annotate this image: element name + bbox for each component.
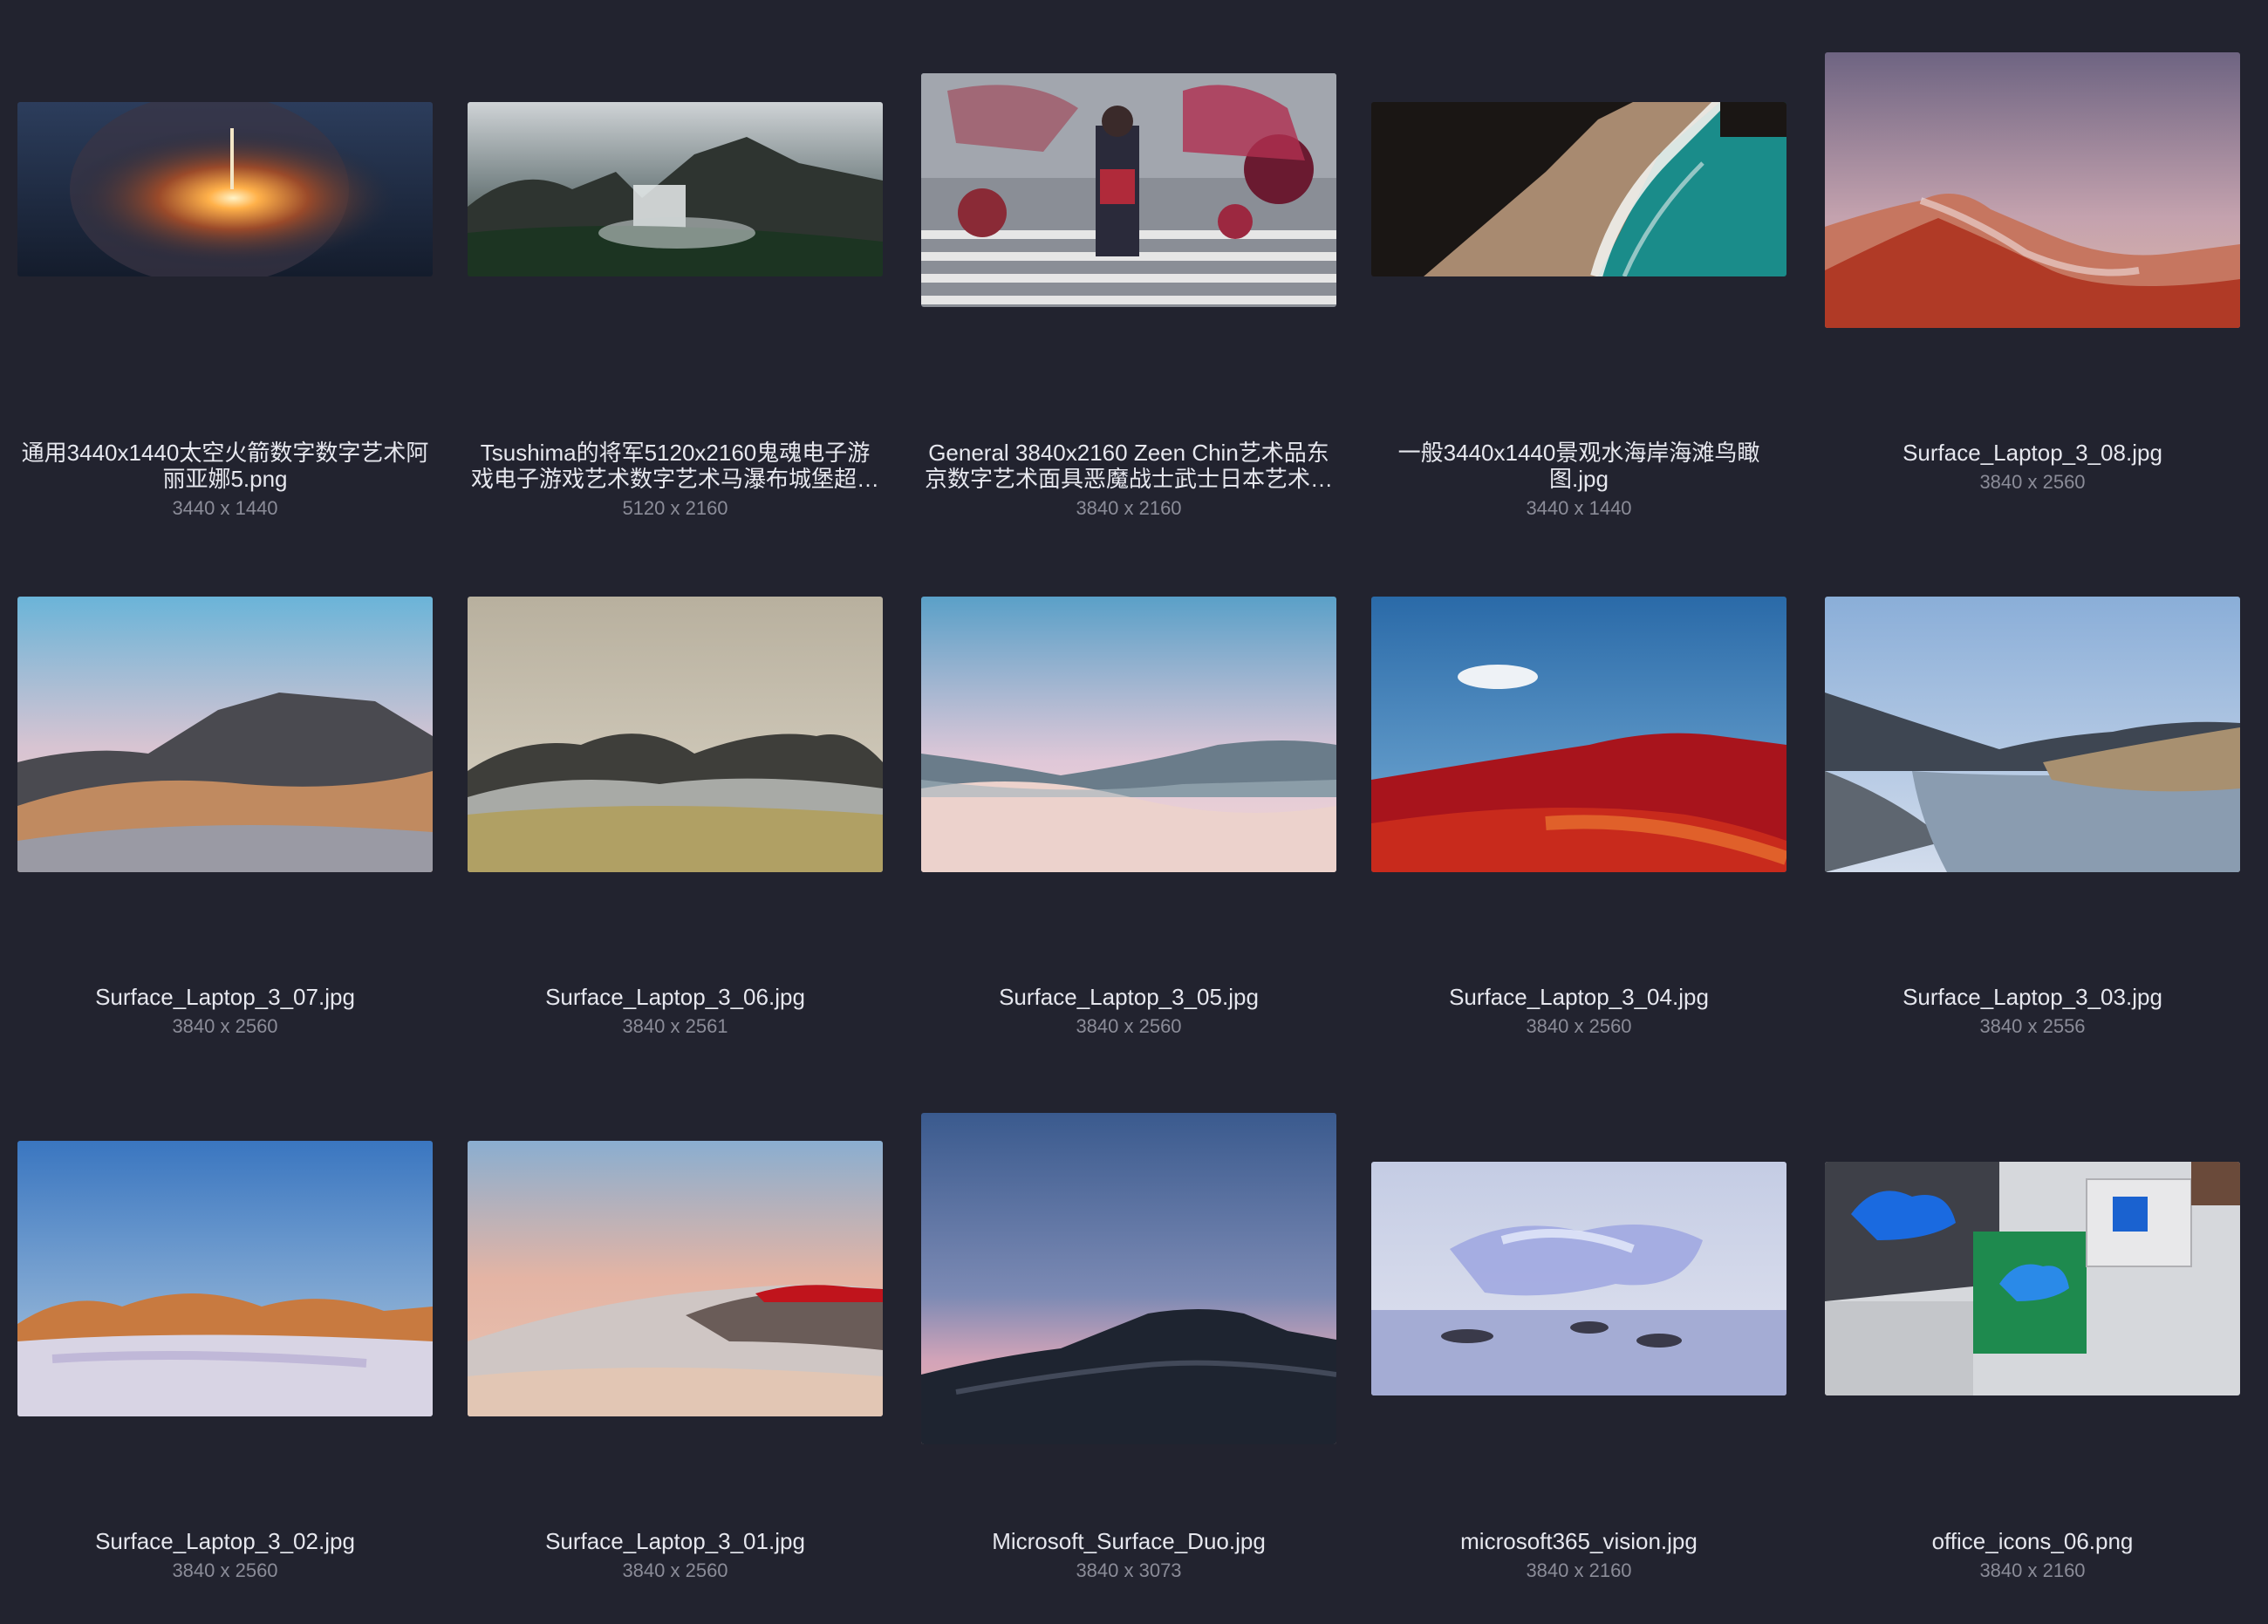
grid-item[interactable]: 通用3440x1440太空火箭数字数字艺术阿丽亚娜5.png 3440 x 14… (17, 35, 433, 520)
grid-item[interactable]: Surface_Laptop_3_07.jpg 3840 x 2560 (17, 579, 433, 1038)
grid-item[interactable]: Surface_Laptop_3_08.jpg 3840 x 2560 (1825, 35, 2240, 494)
image-thumbnail[interactable] (1825, 1162, 2240, 1395)
image-thumbnail[interactable] (1371, 597, 1786, 872)
image-grid: 通用3440x1440太空火箭数字数字艺术阿丽亚娜5.png 3440 x 14… (0, 0, 2268, 1624)
grid-item[interactable]: Surface_Laptop_3_05.jpg 3840 x 2560 (921, 579, 1336, 1038)
image-dimensions: 3840 x 2160 (1076, 497, 1182, 519)
file-name: microsoft365_vision.jpg (1460, 1528, 1698, 1554)
grid-item[interactable]: Microsoft_Surface_Duo.jpg 3840 x 3073 (921, 1113, 1336, 1582)
image-dimensions: 3840 x 2560 (172, 1015, 278, 1037)
grid-item[interactable]: Surface_Laptop_3_03.jpg 3840 x 2556 (1825, 579, 2240, 1038)
file-name: 通用3440x1440太空火箭数字数字艺术阿丽亚娜5.png (21, 440, 429, 492)
image-dimensions: 3840 x 2560 (1526, 1015, 1632, 1037)
grid-item[interactable]: microsoft365_vision.jpg 3840 x 2160 (1371, 1123, 1786, 1582)
grid-item[interactable]: 一般3440x1440景观水海岸海滩鸟瞰图.jpg 3440 x 1440 (1371, 35, 1786, 520)
image-thumbnail[interactable] (468, 1141, 883, 1416)
file-name: Surface_Laptop_3_07.jpg (95, 984, 355, 1010)
file-name: 一般3440x1440景观水海岸海滩鸟瞰图.jpg (1397, 440, 1760, 492)
image-dimensions: 3840 x 3073 (1076, 1559, 1182, 1581)
image-dimensions: 3840 x 2560 (1979, 471, 2086, 493)
image-dimensions: 3840 x 2561 (622, 1015, 728, 1037)
grid-item[interactable]: General 3840x2160 Zeen Chin艺术品东京数字艺术面具恶魔… (921, 35, 1336, 520)
image-thumbnail[interactable] (17, 1141, 433, 1416)
file-name: Surface_Laptop_3_06.jpg (545, 984, 805, 1010)
grid-item[interactable]: Surface_Laptop_3_02.jpg 3840 x 2560 (17, 1123, 433, 1582)
file-name: General 3840x2160 Zeen Chin艺术品东京数字艺术面具恶魔… (924, 440, 1333, 492)
file-name: Surface_Laptop_3_04.jpg (1449, 984, 1709, 1010)
grid-item[interactable]: Tsushima的将军5120x2160鬼魂电子游戏电子游戏艺术数字艺术马瀑布城… (468, 35, 883, 520)
image-thumbnail[interactable] (468, 597, 883, 872)
image-thumbnail[interactable] (1371, 1162, 1786, 1395)
file-name: Surface_Laptop_3_02.jpg (95, 1528, 355, 1554)
image-thumbnail[interactable] (17, 102, 433, 276)
image-dimensions: 3840 x 2160 (1526, 1559, 1632, 1581)
file-name: Surface_Laptop_3_05.jpg (999, 984, 1259, 1010)
image-dimensions: 3840 x 2556 (1979, 1015, 2086, 1037)
image-dimensions: 3840 x 2560 (1076, 1015, 1182, 1037)
grid-item[interactable]: Surface_Laptop_3_04.jpg 3840 x 2560 (1371, 579, 1786, 1038)
image-thumbnail[interactable] (1825, 597, 2240, 872)
file-name: Tsushima的将军5120x2160鬼魂电子游戏电子游戏艺术数字艺术马瀑布城… (470, 440, 879, 492)
grid-item[interactable]: office_icons_06.png 3840 x 2160 (1825, 1123, 2240, 1582)
image-thumbnail[interactable] (921, 1113, 1336, 1444)
image-dimensions: 3840 x 2560 (622, 1559, 728, 1581)
image-dimensions: 5120 x 2160 (622, 497, 728, 519)
image-thumbnail[interactable] (468, 102, 883, 276)
image-dimensions: 3440 x 1440 (172, 497, 278, 519)
image-dimensions: 3840 x 2160 (1979, 1559, 2086, 1581)
image-dimensions: 3440 x 1440 (1526, 497, 1632, 519)
image-thumbnail[interactable] (1825, 52, 2240, 328)
image-thumbnail[interactable] (921, 73, 1336, 307)
image-thumbnail[interactable] (921, 597, 1336, 872)
image-dimensions: 3840 x 2560 (172, 1559, 278, 1581)
file-name: Surface_Laptop_3_03.jpg (1903, 984, 2162, 1010)
file-name: Surface_Laptop_3_01.jpg (545, 1528, 805, 1554)
file-name: Surface_Laptop_3_08.jpg (1903, 440, 2162, 466)
grid-item[interactable]: Surface_Laptop_3_06.jpg 3840 x 2561 (468, 579, 883, 1038)
file-name: office_icons_06.png (1931, 1528, 2134, 1554)
grid-item[interactable]: Surface_Laptop_3_01.jpg 3840 x 2560 (468, 1123, 883, 1582)
image-thumbnail[interactable] (17, 597, 433, 872)
image-thumbnail[interactable] (1371, 102, 1786, 276)
file-name: Microsoft_Surface_Duo.jpg (992, 1528, 1266, 1554)
